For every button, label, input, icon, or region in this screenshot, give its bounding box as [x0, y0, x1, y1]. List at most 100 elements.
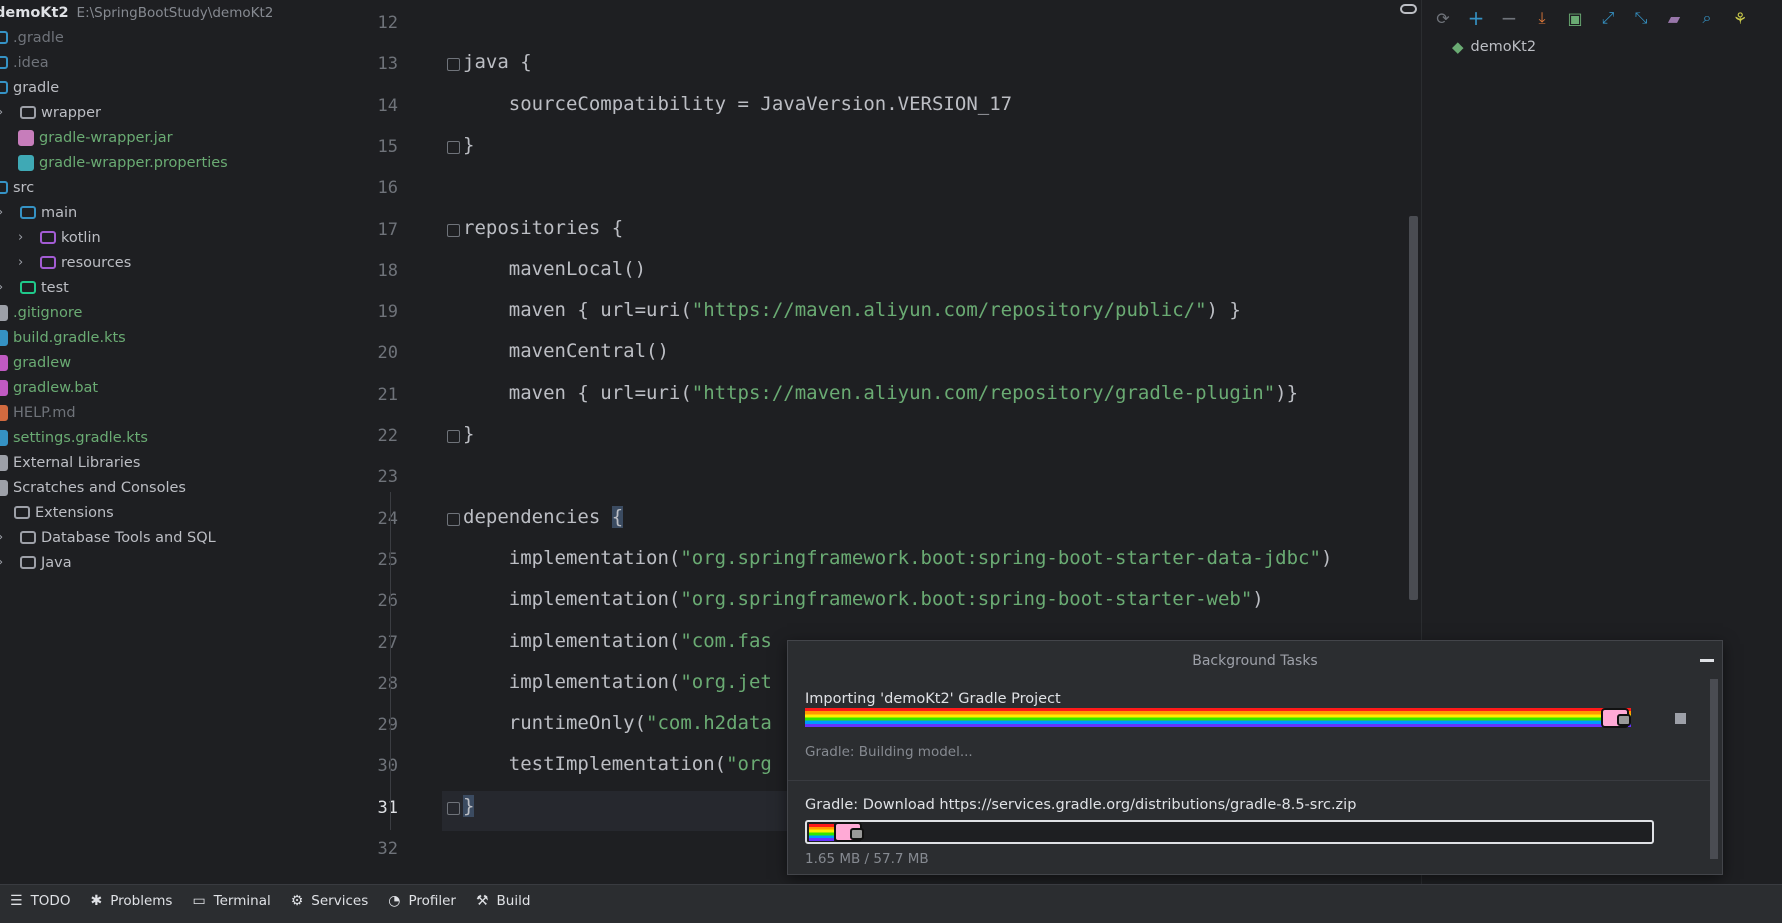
- project-root-row[interactable]: demoKt2 E:\SpringBootStudy\demoKt2: [0, 0, 273, 25]
- fold-marker-icon[interactable]: [447, 223, 460, 237]
- tree-item-label: gradle-wrapper.properties: [39, 154, 228, 171]
- tree-item[interactable]: gradle-wrapper.properties: [18, 150, 228, 175]
- tree-item[interactable]: › Database Tools and SQL: [0, 525, 216, 550]
- tree-item[interactable]: settings.gradle.kts: [0, 425, 148, 450]
- gradle-project-node[interactable]: ◆ demoKt2: [1452, 38, 1536, 56]
- folder-icon: [14, 506, 30, 519]
- chevron-right-icon[interactable]: ›: [0, 105, 10, 120]
- background-tasks-title: Background Tasks: [1192, 652, 1318, 669]
- reload-icon[interactable]: ⟳: [1431, 6, 1455, 30]
- tree-item[interactable]: .idea: [0, 50, 49, 75]
- code-token: repositories {: [463, 216, 624, 239]
- tool-tab-profiler[interactable]: ◔ Profiler: [388, 893, 456, 909]
- collapse-all-icon[interactable]: ⤡: [1629, 6, 1653, 30]
- line-number: 15: [377, 136, 398, 157]
- code-line: }: [463, 794, 475, 817]
- ide-window: demoKt2 E:\SpringBootStudy\demoKt2 .grad…: [0, 0, 1782, 923]
- execute-task-icon[interactable]: ▣: [1563, 6, 1587, 30]
- tree-item[interactable]: Scratches and Consoles: [0, 475, 186, 500]
- tree-item-label: test: [41, 279, 69, 296]
- chevron-right-icon[interactable]: ›: [0, 555, 10, 570]
- folder-test-icon: [20, 281, 36, 294]
- code-token: testImplementation(: [463, 753, 727, 776]
- tree-item[interactable]: External Libraries: [0, 450, 140, 475]
- folder-icon: [20, 531, 36, 544]
- tree-item[interactable]: .gitignore: [0, 300, 82, 325]
- code-token: {: [611, 505, 624, 528]
- line-number: 16: [377, 178, 398, 199]
- tool-tab-terminal[interactable]: ▭ Terminal: [192, 893, 270, 909]
- todo-icon: ☰: [10, 892, 23, 909]
- tree-item-label: Database Tools and SQL: [41, 529, 216, 546]
- tree-item[interactable]: › test: [0, 275, 69, 300]
- folder-gradle-icon: [0, 31, 8, 44]
- fold-marker-icon[interactable]: [447, 801, 460, 815]
- tree-item[interactable]: gradlew.bat: [0, 375, 98, 400]
- gradle-project-label: demoKt2: [1470, 39, 1537, 55]
- code-token: ) }: [1206, 299, 1241, 322]
- tree-item-label: src: [13, 179, 35, 196]
- chevron-right-icon[interactable]: ›: [0, 530, 10, 545]
- chevron-right-icon[interactable]: ›: [0, 505, 4, 520]
- tool-tab-services[interactable]: ⚙ Services: [291, 893, 369, 909]
- chevron-right-icon[interactable]: ›: [0, 280, 10, 295]
- tree-item[interactable]: build.gradle.kts: [0, 325, 126, 350]
- fold-marker-icon[interactable]: [447, 430, 460, 443]
- tree-item[interactable]: › kotlin: [18, 225, 101, 250]
- task1-title: Importing 'demoKt2' Gradle Project: [805, 691, 1061, 707]
- divider: [788, 780, 1710, 781]
- bottom-tool-bar: ☰ TODO ✱ Problems ▭ Terminal ⚙ Services ◔ Profile…: [0, 884, 1782, 916]
- tree-item[interactable]: › resources: [18, 250, 131, 275]
- tree-item[interactable]: › Java: [0, 550, 72, 575]
- tree-item[interactable]: gradle-wrapper.jar: [18, 125, 173, 150]
- tree-item-label: gradle-wrapper.jar: [39, 129, 173, 146]
- cancel-task-button[interactable]: [1675, 713, 1686, 724]
- tree-item[interactable]: HELP.md: [0, 400, 76, 425]
- editor-vertical-scrollbar[interactable]: [1409, 216, 1418, 600]
- task2-progress-bar: [809, 824, 834, 841]
- code-token: sourceCompatibility = JavaVersion.VERSIO…: [463, 92, 1013, 115]
- tree-item[interactable]: .gradle: [0, 25, 64, 50]
- gitignore-icon: [0, 304, 8, 321]
- tree-item[interactable]: › wrapper: [0, 100, 101, 125]
- settings-tree-icon[interactable]: ⚘: [1728, 6, 1752, 30]
- analyze-dependencies-icon[interactable]: ⌕: [1695, 6, 1719, 30]
- chevron-right-icon[interactable]: ›: [0, 205, 10, 220]
- chevron-right-icon[interactable]: ›: [18, 255, 30, 270]
- expand-all-icon[interactable]: ⤢: [1596, 6, 1620, 30]
- tree-item[interactable]: src: [0, 175, 34, 200]
- download-sources-icon[interactable]: ⤓: [1530, 6, 1554, 30]
- task1-status: Gradle: Building model...: [805, 744, 973, 760]
- tool-tab-problems[interactable]: ✱ Problems: [90, 893, 172, 909]
- code-token: implementation(: [463, 670, 681, 693]
- nyan-cat-icon: [1601, 708, 1631, 728]
- chevron-right-icon[interactable]: ›: [18, 230, 30, 245]
- folder-icon: [20, 106, 36, 119]
- folder-kotlin-icon: [40, 231, 56, 244]
- tool-tab-todo[interactable]: ☰ TODO: [10, 893, 70, 909]
- tree-item[interactable]: gradlew: [0, 350, 71, 375]
- add-icon[interactable]: +: [1464, 6, 1488, 30]
- fold-marker-icon[interactable]: [447, 512, 460, 526]
- minimize-icon[interactable]: [1700, 659, 1714, 662]
- code-token: implementation(: [463, 546, 681, 569]
- line-number: 31: [377, 797, 398, 818]
- tree-item[interactable]: gradle: [0, 75, 59, 100]
- remove-icon[interactable]: −: [1497, 6, 1521, 30]
- fold-marker-icon[interactable]: [447, 140, 460, 154]
- link-project-icon[interactable]: ▰: [1662, 6, 1686, 30]
- code-token: java {: [463, 51, 532, 74]
- tree-item-label: .idea: [13, 54, 49, 71]
- tasks-scrollbar[interactable]: [1710, 679, 1718, 859]
- folder-gradle-icon: [0, 81, 8, 94]
- tree-item[interactable]: › Extensions: [0, 500, 114, 525]
- tree-item[interactable]: › main: [0, 200, 77, 225]
- line-number: 24: [377, 508, 398, 529]
- code-line: java {: [463, 51, 532, 73]
- code-token: )}: [1275, 381, 1299, 404]
- fold-marker-icon[interactable]: [447, 58, 460, 72]
- tool-tab-build[interactable]: ⚒ Build: [476, 893, 530, 909]
- reader-mode-icon[interactable]: [1400, 4, 1417, 14]
- string-token: "org: [726, 753, 772, 776]
- line-number: 32: [377, 839, 398, 859]
